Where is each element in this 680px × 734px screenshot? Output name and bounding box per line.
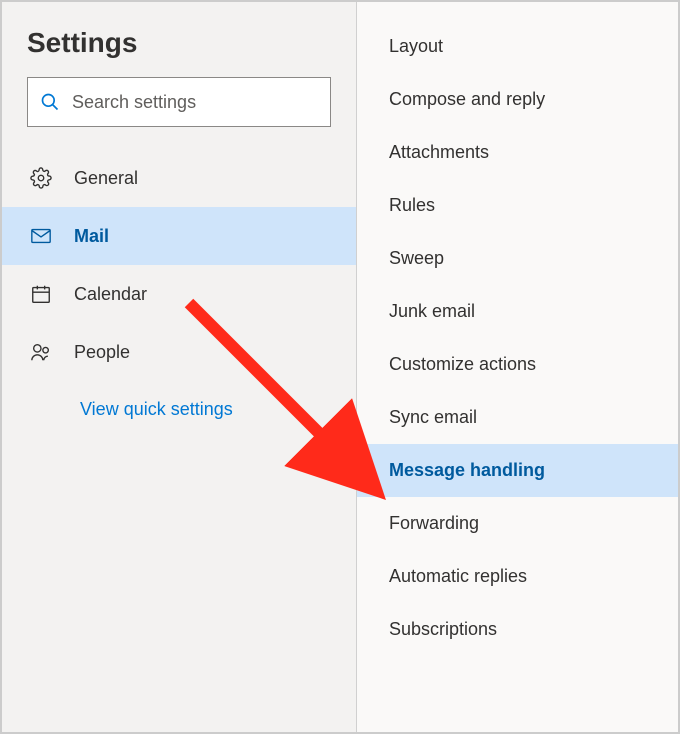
- sub-item-layout[interactable]: Layout: [357, 20, 678, 73]
- sub-item-label: Subscriptions: [389, 619, 497, 640]
- sub-item-junk-email[interactable]: Junk email: [357, 285, 678, 338]
- sub-item-label: Sync email: [389, 407, 477, 428]
- mail-icon: [30, 225, 52, 247]
- sub-item-label: Rules: [389, 195, 435, 216]
- sub-item-message-handling[interactable]: Message handling: [357, 444, 678, 497]
- sub-item-automatic-replies[interactable]: Automatic replies: [357, 550, 678, 603]
- nav-item-people[interactable]: People: [2, 323, 356, 381]
- sub-item-label: Forwarding: [389, 513, 479, 534]
- nav-item-calendar[interactable]: Calendar: [2, 265, 356, 323]
- calendar-icon: [30, 283, 52, 305]
- view-quick-settings-link[interactable]: View quick settings: [2, 381, 356, 420]
- nav-item-mail[interactable]: Mail: [2, 207, 356, 265]
- nav-item-label: General: [74, 168, 138, 189]
- sub-item-label: Layout: [389, 36, 443, 57]
- sub-item-rules[interactable]: Rules: [357, 179, 678, 232]
- nav-item-label: Calendar: [74, 284, 147, 305]
- sub-item-label: Message handling: [389, 460, 545, 481]
- sub-item-forwarding[interactable]: Forwarding: [357, 497, 678, 550]
- settings-left-panel: Settings General Mail Calendar People Vi…: [2, 2, 357, 732]
- sub-item-subscriptions[interactable]: Subscriptions: [357, 603, 678, 656]
- sub-item-label: Sweep: [389, 248, 444, 269]
- nav-item-label: Mail: [74, 226, 109, 247]
- sub-item-label: Junk email: [389, 301, 475, 322]
- sub-item-compose-and-reply[interactable]: Compose and reply: [357, 73, 678, 126]
- sub-item-label: Attachments: [389, 142, 489, 163]
- sub-item-label: Compose and reply: [389, 89, 545, 110]
- sub-item-attachments[interactable]: Attachments: [357, 126, 678, 179]
- search-input[interactable]: [72, 92, 318, 113]
- nav-item-general[interactable]: General: [2, 149, 356, 207]
- sub-item-label: Automatic replies: [389, 566, 527, 587]
- sub-item-label: Customize actions: [389, 354, 536, 375]
- nav-item-label: People: [74, 342, 130, 363]
- settings-sub-panel: Layout Compose and reply Attachments Rul…: [357, 2, 678, 732]
- page-title: Settings: [2, 22, 356, 77]
- sub-item-customize-actions[interactable]: Customize actions: [357, 338, 678, 391]
- search-settings-box[interactable]: [27, 77, 331, 127]
- sub-item-sweep[interactable]: Sweep: [357, 232, 678, 285]
- search-icon: [40, 92, 60, 112]
- gear-icon: [30, 167, 52, 189]
- sub-item-sync-email[interactable]: Sync email: [357, 391, 678, 444]
- people-icon: [30, 341, 52, 363]
